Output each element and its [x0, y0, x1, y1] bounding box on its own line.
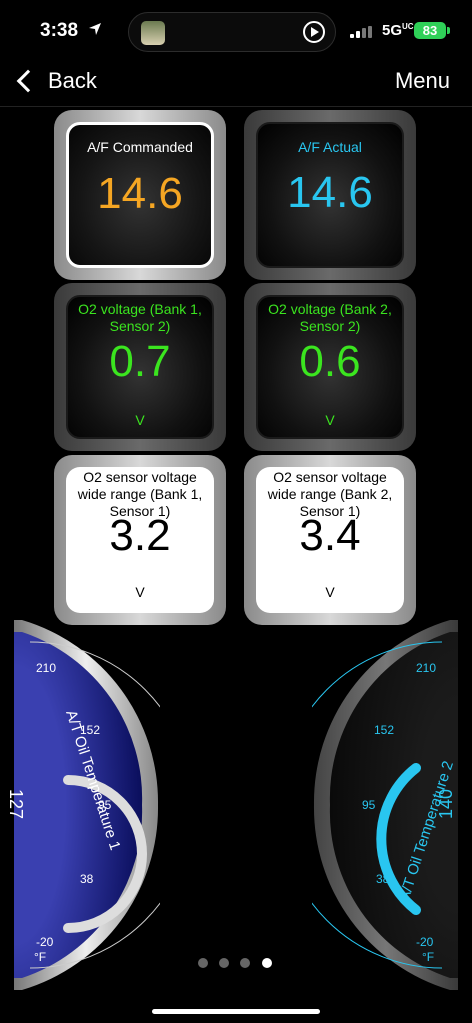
page-dot[interactable] — [219, 958, 229, 968]
page-dot-active[interactable] — [262, 958, 272, 968]
menu-button[interactable]: Menu — [395, 68, 450, 94]
back-button[interactable]: Back — [14, 66, 97, 96]
tile-value: 0.7 — [109, 337, 171, 386]
page-indicator[interactable] — [196, 958, 276, 970]
tile-unit: V — [325, 412, 335, 428]
page-dot[interactable] — [240, 958, 250, 968]
gauge-tick-label: 38 — [376, 872, 390, 886]
tile-value: 0.6 — [299, 337, 361, 386]
dynamic-island[interactable] — [128, 12, 336, 52]
chevron-left-icon — [16, 69, 40, 93]
tile-title: A/F Commanded — [87, 139, 193, 155]
tile-value: 14.6 — [287, 168, 373, 217]
tile-unit: V — [135, 584, 145, 600]
gauge-at-oil-temp-2[interactable]: 210 152 95 38 -20 °F A/T Oil Temperature… — [312, 620, 472, 990]
status-bar: 3:38 5GUC 83 — [0, 0, 472, 60]
home-indicator[interactable] — [152, 1009, 320, 1014]
tile-title: A/F Actual — [298, 139, 362, 155]
battery-level: 83 — [422, 23, 438, 38]
tile-o2-wide-bank1-sensor1[interactable]: O2 sensor voltage wide range (Bank 1, Se… — [54, 455, 226, 625]
page-dot[interactable] — [198, 958, 208, 968]
gauge-tick-label: 95 — [362, 798, 376, 812]
gauge-tick-label: 210 — [416, 661, 436, 675]
media-thumbnail — [141, 21, 165, 45]
battery-nub — [447, 27, 450, 34]
tile-af-actual[interactable]: A/F Actual 14.6 — [244, 110, 416, 280]
nav-divider — [0, 106, 472, 107]
tile-value: 3.4 — [299, 511, 361, 560]
tile-value: 3.2 — [109, 511, 171, 560]
tile-title: O2 voltage (Bank 1, Sensor 2) — [78, 301, 202, 334]
back-label: Back — [48, 68, 97, 93]
tile-o2-wide-bank2-sensor1[interactable]: O2 sensor voltage wide range (Bank 2, Se… — [244, 455, 416, 625]
gauge-tick-label: 38 — [80, 872, 94, 886]
gauge-tick-label: 210 — [36, 661, 56, 675]
network-type: 5GUC — [382, 22, 414, 39]
tile-af-commanded[interactable]: A/F Commanded 14.6 — [54, 110, 226, 280]
gauge-value: 127 — [6, 789, 26, 819]
tile-o2-bank1-sensor2[interactable]: O2 voltage (Bank 1, Sensor 2) 0.7 V — [54, 283, 226, 451]
location-arrow-icon — [89, 23, 101, 35]
tile-value: 14.6 — [97, 169, 183, 218]
tile-unit: V — [325, 584, 335, 600]
gauge-unit: °F — [422, 950, 434, 964]
gauge-value: 140 — [436, 789, 456, 819]
status-time: 3:38 — [40, 20, 79, 41]
tile-unit: V — [135, 412, 145, 428]
cellular-signal-icon — [350, 26, 374, 38]
gauge-tick-label: -20 — [416, 935, 434, 949]
gauge-at-oil-temp-1[interactable]: 210 152 95 38 -20 °F A/T Oil Temperature… — [0, 620, 160, 990]
battery-icon: 83 — [414, 22, 446, 39]
gauge-tick-label: 152 — [374, 723, 394, 737]
play-icon[interactable] — [303, 21, 325, 43]
tile-title: O2 voltage (Bank 2, Sensor 2) — [268, 301, 392, 334]
gauge-tick-label: -20 — [36, 935, 54, 949]
gauge-unit: °F — [34, 950, 46, 964]
tile-o2-bank2-sensor2[interactable]: O2 voltage (Bank 2, Sensor 2) 0.6 V — [244, 283, 416, 451]
